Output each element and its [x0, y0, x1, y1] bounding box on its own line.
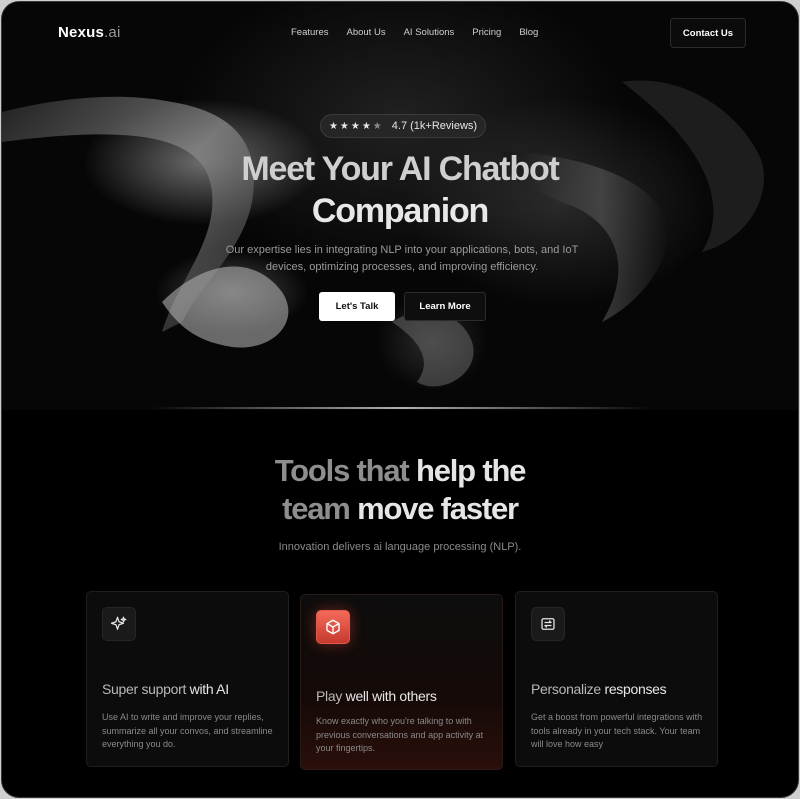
card-title-part: with AI [189, 681, 229, 697]
nav-link-about-us[interactable]: About Us [347, 27, 386, 38]
card-title-part: Super support [102, 681, 187, 697]
feature-card-personalize[interactable]: Personalize responses Get a boost from p… [515, 591, 718, 767]
rating-badge: ★★★★★ 4.7 (1k+Reviews) [320, 114, 486, 138]
main-nav: Features About Us AI Solutions Pricing B… [291, 27, 556, 38]
page-frame: Nexus.ai Features About Us AI Solutions … [1, 1, 799, 798]
lets-talk-button[interactable]: Let's Talk [319, 292, 395, 321]
nav-link-blog[interactable]: Blog [519, 27, 538, 38]
logo[interactable]: Nexus.ai [58, 24, 120, 41]
hero-title-part: Chatbot [438, 150, 560, 188]
tools-title-part: Tools that [274, 453, 410, 488]
card-title: Super support with AI [102, 681, 229, 697]
tools-section-subtitle: Innovation delivers ai language processi… [278, 541, 522, 553]
card-title: Personalize responses [531, 681, 667, 697]
card-title-part: Play [316, 688, 343, 704]
nav-link-pricing[interactable]: Pricing [472, 27, 501, 38]
learn-more-button[interactable]: Learn More [404, 292, 486, 321]
tools-title-part: move faster [357, 491, 519, 526]
hero-title-part: Companion [311, 192, 489, 230]
card-title-part: responses [604, 681, 667, 697]
sparkle-icon [102, 607, 136, 641]
swap-arrows-icon [531, 607, 565, 641]
contact-us-button[interactable]: Contact Us [670, 18, 746, 48]
feature-card-support[interactable]: Super support with AI Use AI to write an… [86, 591, 289, 767]
tools-title-part: team [282, 491, 351, 526]
logo-suffix: .ai [104, 24, 121, 41]
tools-title-part: help the [415, 453, 526, 488]
nav-link-features[interactable]: Features [291, 27, 329, 38]
hero-divider-glow [152, 407, 652, 409]
card-description: Use AI to write and improve your replies… [102, 712, 273, 749]
hero-subtitle: Our expertise lies in integrating NLP in… [225, 244, 579, 273]
cube-icon [316, 610, 350, 644]
hero-title-part: Meet Your AI [241, 150, 431, 188]
rating-stars-icon: ★★★★★ [328, 120, 384, 132]
card-description: Get a boost from powerful integrations w… [531, 712, 703, 749]
card-title-part: well with others [345, 688, 437, 704]
logo-main: Nexus [58, 24, 105, 41]
feature-card-integrations[interactable]: Play well with others Know exactly who y… [300, 594, 503, 770]
nav-link-ai-solutions[interactable]: AI Solutions [404, 27, 455, 38]
card-title: Play well with others [316, 688, 437, 704]
rating-text: 4.7 (1k+Reviews) [391, 120, 478, 132]
hero-title: Meet Your AI Chatbot Companion [2, 148, 798, 232]
card-description: Know exactly who you're talking to with … [316, 716, 484, 753]
tools-section-title: Tools that help the team move faster [2, 452, 798, 528]
card-title-part: Personalize [531, 681, 601, 697]
